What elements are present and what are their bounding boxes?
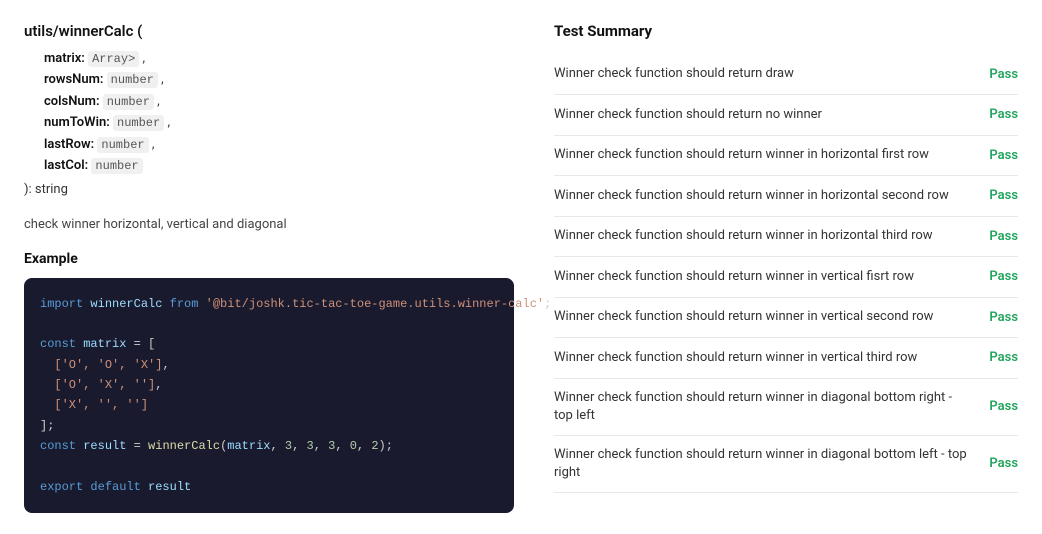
test-row: Winner check function should return winn…: [554, 136, 1018, 177]
left-panel: utils/winnerCalc ( matrix: Array> ,rowsN…: [24, 20, 514, 514]
code-line: ];: [40, 416, 498, 436]
test-description: Winner check function should return winn…: [554, 389, 970, 425]
code-line: const matrix = [: [40, 334, 498, 354]
param-name: numToWin:: [44, 115, 110, 130]
test-description: Winner check function should return winn…: [554, 268, 970, 286]
test-status-badge: Pass: [982, 227, 1018, 247]
param-type: number: [103, 94, 154, 110]
test-table: Winner check function should return draw…: [554, 55, 1018, 494]
test-row: Winner check function should return winn…: [554, 338, 1018, 379]
test-row: Winner check function should return draw…: [554, 55, 1018, 96]
test-status-badge: Pass: [982, 186, 1018, 206]
param-type: number: [113, 115, 164, 131]
code-line: ['O', 'O', 'X'],: [40, 355, 498, 375]
code-line: [40, 314, 498, 334]
test-row: Winner check function should return winn…: [554, 379, 1018, 436]
param-type: Array>: [88, 51, 139, 67]
test-row: Winner check function should return winn…: [554, 257, 1018, 298]
param-line: lastRow: number ,: [44, 135, 514, 155]
param-type: number: [91, 158, 142, 174]
param-line: numToWin: number ,: [44, 113, 514, 133]
param-name: rowsNum:: [44, 72, 103, 87]
function-name: utils/winnerCalc (: [24, 20, 514, 43]
test-description: Winner check function should return draw: [554, 65, 970, 83]
code-line: export default result: [40, 477, 498, 497]
test-status-badge: Pass: [982, 146, 1018, 166]
param-type: number: [97, 137, 148, 153]
param-name: lastRow:: [44, 137, 94, 152]
param-name: lastCol:: [44, 158, 88, 173]
example-label: Example: [24, 249, 514, 270]
test-status-badge: Pass: [982, 65, 1018, 85]
test-status-badge: Pass: [982, 454, 1018, 474]
code-line: const result = winnerCalc(matrix, 3, 3, …: [40, 436, 498, 456]
code-line: ['O', 'X', ''],: [40, 375, 498, 395]
test-row: Winner check function should return winn…: [554, 217, 1018, 258]
test-status-badge: Pass: [982, 397, 1018, 417]
test-row: Winner check function should return winn…: [554, 176, 1018, 217]
test-status-badge: Pass: [982, 105, 1018, 125]
test-status-badge: Pass: [982, 267, 1018, 287]
test-description: Winner check function should return no w…: [554, 106, 970, 124]
test-description: Winner check function should return winn…: [554, 308, 970, 326]
param-type: number: [107, 72, 158, 88]
code-block: import winnerCalc from '@bit/joshk.tic-t…: [24, 278, 514, 514]
param-name: matrix:: [44, 51, 85, 66]
return-type: ): string: [24, 180, 514, 200]
test-description: Winner check function should return winn…: [554, 349, 970, 367]
test-row: Winner check function should return winn…: [554, 436, 1018, 493]
test-row: Winner check function should return winn…: [554, 298, 1018, 339]
param-line: lastCol: number: [44, 156, 514, 176]
param-line: matrix: Array> ,: [44, 49, 514, 69]
test-description: Winner check function should return winn…: [554, 227, 970, 245]
test-summary-title: Test Summary: [554, 20, 1018, 43]
code-line: ['X', '', '']: [40, 395, 498, 415]
param-name: colsNum:: [44, 94, 100, 109]
code-line: import winnerCalc from '@bit/joshk.tic-t…: [40, 294, 498, 314]
params-list: matrix: Array> ,rowsNum: number ,colsNum…: [24, 49, 514, 176]
page-container: utils/winnerCalc ( matrix: Array> ,rowsN…: [0, 0, 1042, 534]
test-status-badge: Pass: [982, 308, 1018, 328]
right-panel: Test Summary Winner check function shoul…: [554, 20, 1018, 514]
test-status-badge: Pass: [982, 348, 1018, 368]
test-description: Winner check function should return winn…: [554, 446, 970, 482]
code-line: [40, 457, 498, 477]
test-description: Winner check function should return winn…: [554, 187, 970, 205]
function-description: check winner horizontal, vertical and di…: [24, 215, 514, 235]
test-row: Winner check function should return no w…: [554, 95, 1018, 136]
test-description: Winner check function should return winn…: [554, 146, 970, 164]
param-line: colsNum: number ,: [44, 92, 514, 112]
function-signature: utils/winnerCalc ( matrix: Array> ,rowsN…: [24, 20, 514, 199]
param-line: rowsNum: number ,: [44, 70, 514, 90]
